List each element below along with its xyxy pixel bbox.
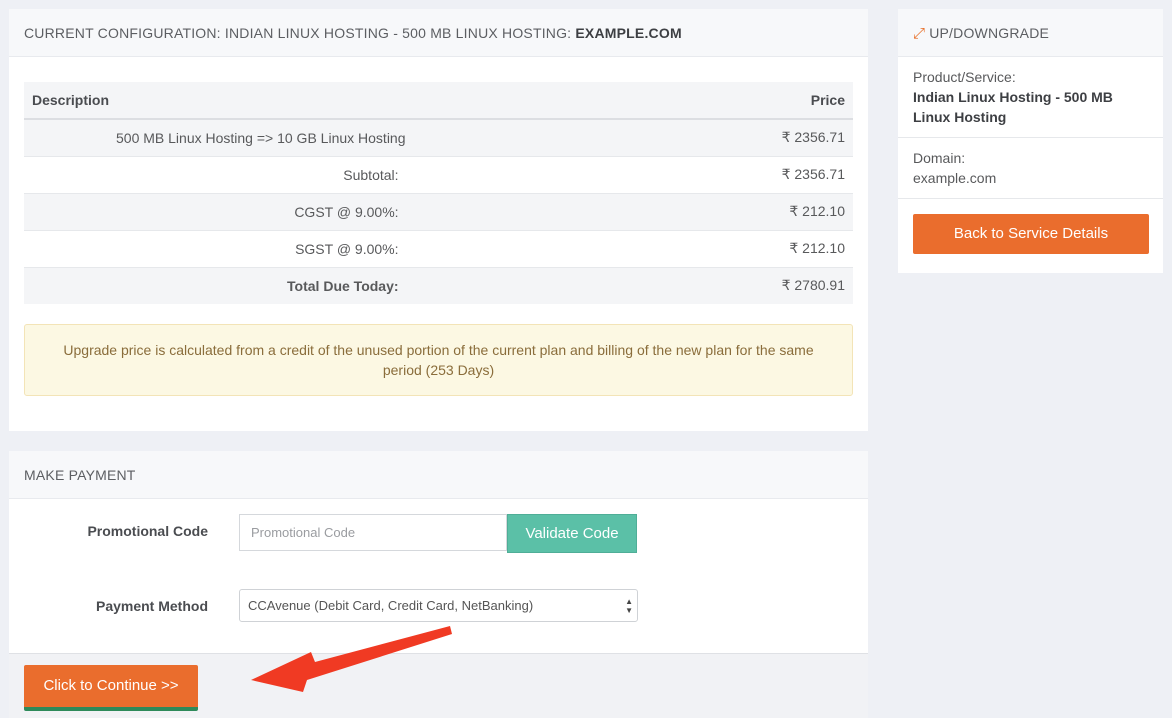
payment-header: MAKE PAYMENT (9, 451, 868, 499)
continue-button[interactable]: Click to Continue >> (24, 665, 198, 711)
total-label: Total Due Today: (24, 266, 729, 304)
product-label: Product/Service: (913, 69, 1016, 85)
upgrade-price-note: Upgrade price is calculated from a credi… (24, 324, 853, 396)
sgst-value: ₹ 212.10 (728, 229, 853, 267)
product-value: Indian Linux Hosting - 500 MB Linux Host… (913, 89, 1113, 125)
pricing-table: Description Price 500 MB Linux Hosting =… (24, 82, 853, 304)
sidebar-divider (898, 137, 1163, 138)
configuration-header: CURRENT CONFIGURATION: INDIAN LINUX HOST… (9, 9, 868, 57)
table-row: Subtotal: ₹ 2356.71 (24, 155, 853, 193)
sidebar-divider (898, 198, 1163, 199)
promo-code-input[interactable]: Promotional Code (239, 514, 507, 551)
cgst-label: CGST @ 9.00%: (24, 192, 729, 230)
subtotal-label: Subtotal: (24, 155, 729, 193)
sidebar-header-text: UP/DOWNGRADE (929, 25, 1050, 41)
payment-method-label: Payment Method (95, 598, 208, 614)
column-header-description: Description (24, 82, 729, 120)
sidebar-header: ⤢ UP/DOWNGRADE (898, 9, 1163, 57)
upgrade-sidebar: ⤢ UP/DOWNGRADE Product/Service: Indian Li… (898, 9, 1163, 273)
table-row: CGST @ 9.00%: ₹ 212.10 (24, 192, 853, 230)
validate-code-button[interactable]: Validate Code (507, 514, 637, 553)
item-description: 500 MB Linux Hosting => 10 GB Linux Host… (24, 118, 729, 156)
total-value: ₹ 2780.91 (728, 266, 853, 304)
red-arrow-icon (251, 626, 452, 692)
select-arrows-icon: ▲ ▼ (625, 597, 633, 615)
promo-code-label: Promotional Code (87, 523, 208, 539)
item-price: ₹ 2356.71 (728, 118, 853, 156)
product-info: Product/Service: Indian Linux Hosting - … (898, 67, 1163, 127)
table-row: Total Due Today: ₹ 2780.91 (24, 266, 853, 304)
cgst-value: ₹ 212.10 (728, 192, 853, 230)
domain-info: Domain: example.com (898, 148, 1163, 188)
column-header-price: Price (728, 82, 853, 120)
configuration-header-domain: EXAMPLE.COM (575, 25, 682, 41)
expand-arrows-icon: ⤢ (913, 25, 926, 42)
back-to-service-button[interactable]: Back to Service Details (913, 214, 1149, 254)
payment-method-select[interactable]: CCAvenue (Debit Card, Credit Card, NetBa… (239, 589, 638, 622)
current-configuration-panel: CURRENT CONFIGURATION: INDIAN LINUX HOST… (9, 9, 868, 431)
sgst-label: SGST @ 9.00%: (24, 229, 729, 267)
domain-label: Domain: (913, 150, 966, 166)
payment-method-value: CCAvenue (Debit Card, Credit Card, NetBa… (248, 598, 534, 613)
domain-value: example.com (913, 170, 997, 186)
table-row: SGST @ 9.00%: ₹ 212.10 (24, 229, 853, 267)
configuration-header-text: CURRENT CONFIGURATION: INDIAN LINUX HOST… (24, 25, 576, 41)
table-row: 500 MB Linux Hosting => 10 GB Linux Host… (24, 118, 853, 156)
subtotal-value: ₹ 2356.71 (728, 155, 853, 193)
